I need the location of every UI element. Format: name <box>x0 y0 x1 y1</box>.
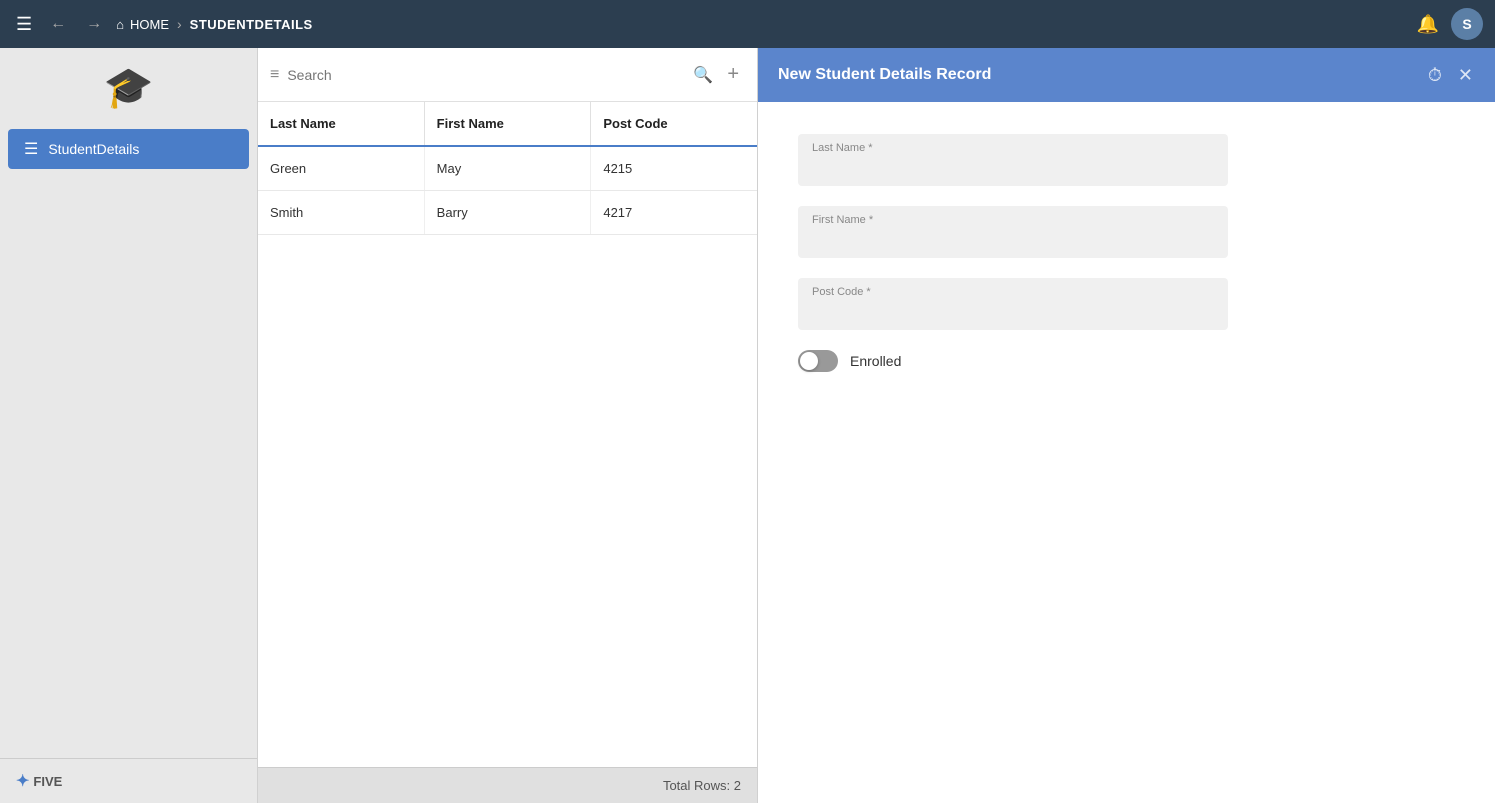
notifications-bell-icon[interactable]: 🔔 <box>1417 14 1439 35</box>
cell-last-name: Smith <box>258 191 425 234</box>
breadcrumb-chevron: › <box>177 16 182 32</box>
cell-post-code: 4215 <box>591 147 757 190</box>
last-name-input[interactable] <box>798 134 1228 186</box>
form-header-actions: ⏱ ✕ <box>1426 63 1475 88</box>
back-button[interactable]: ← <box>44 11 72 37</box>
table-row[interactable]: Green May 4215 <box>258 147 757 191</box>
enrolled-label: Enrolled <box>850 353 901 369</box>
filter-icon: ≡ <box>270 66 279 84</box>
first-name-field-wrapper: First Name * <box>798 206 1455 258</box>
five-logo: ✦ FIVE <box>16 771 62 791</box>
data-table: Last Name First Name Post Code Green May… <box>258 102 757 767</box>
post-code-field-wrapper: Post Code * <box>798 278 1455 330</box>
table-row[interactable]: Smith Barry 4217 <box>258 191 757 235</box>
five-logo-icon: ✦ <box>16 771 29 791</box>
search-bar: ≡ 🔍 + <box>258 48 757 102</box>
search-icon[interactable]: 🔍 <box>693 65 713 85</box>
toggle-knob <box>800 352 818 370</box>
add-record-button[interactable]: + <box>721 61 745 88</box>
cell-first-name: May <box>425 147 592 190</box>
search-input[interactable] <box>287 67 685 83</box>
col-header-first-name: First Name <box>425 102 592 145</box>
cell-post-code: 4217 <box>591 191 757 234</box>
enrolled-toggle[interactable] <box>798 350 838 372</box>
total-rows-label: Total Rows: 2 <box>663 778 741 793</box>
sidebar: 🎓 ☰ StudentDetails ✦ FIVE <box>0 48 258 803</box>
sidebar-item-icon: ☰ <box>24 139 38 159</box>
main-layout: 🎓 ☰ StudentDetails ✦ FIVE ≡ 🔍 + <box>0 48 1495 803</box>
col-header-last-name: Last Name <box>258 102 425 145</box>
navbar: ☰ ← → ⌂ HOME › STUDENTDETAILS 🔔 S <box>0 0 1495 48</box>
sidebar-item-studentdetails[interactable]: ☰ StudentDetails <box>8 129 249 169</box>
sidebar-logo: 🎓 <box>0 48 257 127</box>
home-label: HOME <box>130 17 169 32</box>
sidebar-nav: ☰ StudentDetails <box>0 127 257 758</box>
current-page-label: STUDENTDETAILS <box>190 17 313 32</box>
five-logo-label: FIVE <box>33 774 62 789</box>
content-area: ≡ 🔍 + Last Name First Name Post Code Gre… <box>258 48 1495 803</box>
form-header: New Student Details Record ⏱ ✕ <box>758 48 1495 102</box>
table-panel: ≡ 🔍 + Last Name First Name Post Code Gre… <box>258 48 758 803</box>
user-avatar[interactable]: S <box>1451 8 1483 40</box>
cell-last-name: Green <box>258 147 425 190</box>
navbar-right: 🔔 S <box>1417 8 1483 40</box>
form-body: Last Name * First Name * Post Code * <box>758 102 1495 404</box>
cell-first-name: Barry <box>425 191 592 234</box>
home-icon: ⌂ <box>116 17 124 32</box>
sidebar-footer: ✦ FIVE <box>0 758 257 803</box>
last-name-field-wrapper: Last Name * <box>798 134 1455 186</box>
form-panel: New Student Details Record ⏱ ✕ Last Name… <box>758 48 1495 803</box>
post-code-input[interactable] <box>798 278 1228 330</box>
form-clock-button[interactable]: ⏱ <box>1426 63 1444 88</box>
app-logo-icon: 🎓 <box>104 64 154 111</box>
menu-icon[interactable]: ☰ <box>12 10 36 39</box>
form-title: New Student Details Record <box>778 66 991 84</box>
sidebar-item-label: StudentDetails <box>48 141 139 157</box>
first-name-input[interactable] <box>798 206 1228 258</box>
table-header: Last Name First Name Post Code <box>258 102 757 147</box>
col-header-post-code: Post Code <box>591 102 757 145</box>
enrolled-toggle-row: Enrolled <box>798 350 1455 372</box>
home-link[interactable]: ⌂ HOME <box>116 17 169 32</box>
table-footer: Total Rows: 2 <box>258 767 757 803</box>
form-close-button[interactable]: ✕ <box>1456 63 1475 88</box>
forward-button[interactable]: → <box>80 11 108 37</box>
